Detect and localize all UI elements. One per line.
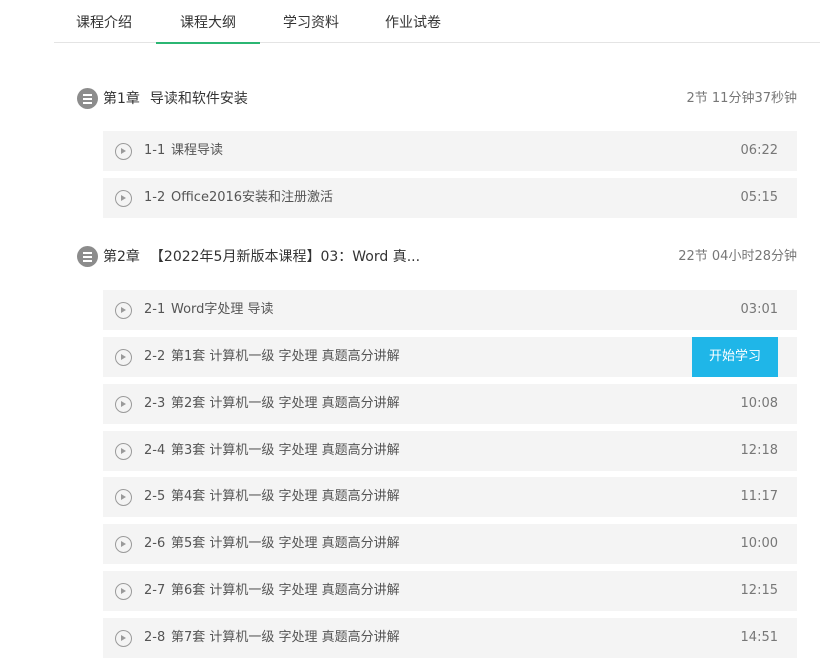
course-page: 课程介绍 课程大纲 学习资料 作业试卷 第1章 导读和软件安装 2节 11分钟37… [0,0,824,669]
lesson-number: 2-5 [144,489,166,504]
lesson-title: Office2016安装和注册激活 [171,190,334,205]
lesson-duration: 11:17 [740,489,778,504]
lesson-duration: 12:15 [740,583,778,598]
lesson-duration: 12:18 [740,443,778,458]
lesson-title: 第5套 计算机一级 字处理 真题高分讲解 [171,536,400,551]
lesson-row[interactable]: 2-4 第3套 计算机一级 字处理 真题高分讲解 12:18 [103,431,797,471]
list-icon [77,246,98,267]
play-icon [115,630,132,647]
lesson-duration: 06:22 [740,143,778,158]
lesson-title: 第3套 计算机一级 字处理 真题高分讲解 [171,443,400,458]
lesson-number: 2-8 [144,630,166,645]
play-icon [115,143,132,160]
lesson-row[interactable]: 2-2 第1套 计算机一级 字处理 真题高分讲解 开始学习 [103,337,797,377]
lesson-title: 第4套 计算机一级 字处理 真题高分讲解 [171,489,400,504]
lesson-number: 1-2 [144,190,166,205]
course-tab-bar: 课程介绍 课程大纲 学习资料 作业试卷 [54,0,820,44]
lesson-number: 2-4 [144,443,166,458]
tab-homework-exams[interactable]: 作业试卷 [362,0,464,43]
lesson-title: 第7套 计算机一级 字处理 真题高分讲解 [171,630,400,645]
chapter-header[interactable]: 第2章 【2022年5月新版本课程】03：Word 真... 22节 04小时28… [77,245,797,269]
lesson-duration: 10:08 [740,396,778,411]
start-learning-button[interactable]: 开始学习 [692,337,778,377]
lesson-duration: 03:01 [740,302,778,317]
chapter-number: 第2章 [103,249,140,265]
play-icon [115,443,132,460]
lesson-number: 2-3 [144,396,166,411]
lesson-number: 2-6 [144,536,166,551]
lesson-title: 第6套 计算机一级 字处理 真题高分讲解 [171,583,400,598]
play-icon [115,536,132,553]
lesson-row[interactable]: 1-1 课程导读 06:22 [103,131,797,171]
lesson-number: 2-2 [144,349,166,364]
tab-study-materials[interactable]: 学习资料 [260,0,362,43]
lesson-title: 第1套 计算机一级 字处理 真题高分讲解 [171,349,400,364]
play-icon [115,349,132,366]
lesson-duration: 10:00 [740,536,778,551]
lesson-number: 1-1 [144,143,166,158]
play-icon [115,489,132,506]
lesson-row[interactable]: 2-1 Word字处理 导读 03:01 [103,290,797,330]
list-icon [77,88,98,109]
tab-course-intro[interactable]: 课程介绍 [54,0,154,43]
tab-course-outline[interactable]: 课程大纲 [156,0,260,44]
lesson-row[interactable]: 2-8 第7套 计算机一级 字处理 真题高分讲解 14:51 [103,618,797,658]
chapter-header[interactable]: 第1章 导读和软件安装 2节 11分钟37秒钟 [77,87,797,111]
lesson-duration: 14:51 [740,630,778,645]
play-icon [115,190,132,207]
chapter-name: 导读和软件安装 [149,91,248,107]
chapter-title: 第1章 导读和软件安装 [103,87,248,111]
lesson-number: 2-7 [144,583,166,598]
lesson-row[interactable]: 2-5 第4套 计算机一级 字处理 真题高分讲解 11:17 [103,477,797,517]
play-icon [115,583,132,600]
lesson-number: 2-1 [144,302,166,317]
play-icon [115,302,132,319]
chapter-number: 第1章 [103,91,140,107]
chapter-title: 第2章 【2022年5月新版本课程】03：Word 真... [103,245,420,269]
lesson-row[interactable]: 1-2 Office2016安装和注册激活 05:15 [103,178,797,218]
lesson-row[interactable]: 2-3 第2套 计算机一级 字处理 真题高分讲解 10:08 [103,384,797,424]
lesson-title: Word字处理 导读 [171,302,274,317]
lesson-row[interactable]: 2-6 第5套 计算机一级 字处理 真题高分讲解 10:00 [103,524,797,564]
lesson-title: 课程导读 [171,143,224,158]
lesson-title: 第2套 计算机一级 字处理 真题高分讲解 [171,396,400,411]
play-icon [115,396,132,413]
lesson-row[interactable]: 2-7 第6套 计算机一级 字处理 真题高分讲解 12:15 [103,571,797,611]
lesson-duration: 05:15 [740,190,778,205]
chapter-meta: 2节 11分钟37秒钟 [686,91,798,106]
chapter-name: 【2022年5月新版本课程】03：Word 真... [149,249,421,265]
chapter-meta: 22节 04小时28分钟 [678,249,797,264]
